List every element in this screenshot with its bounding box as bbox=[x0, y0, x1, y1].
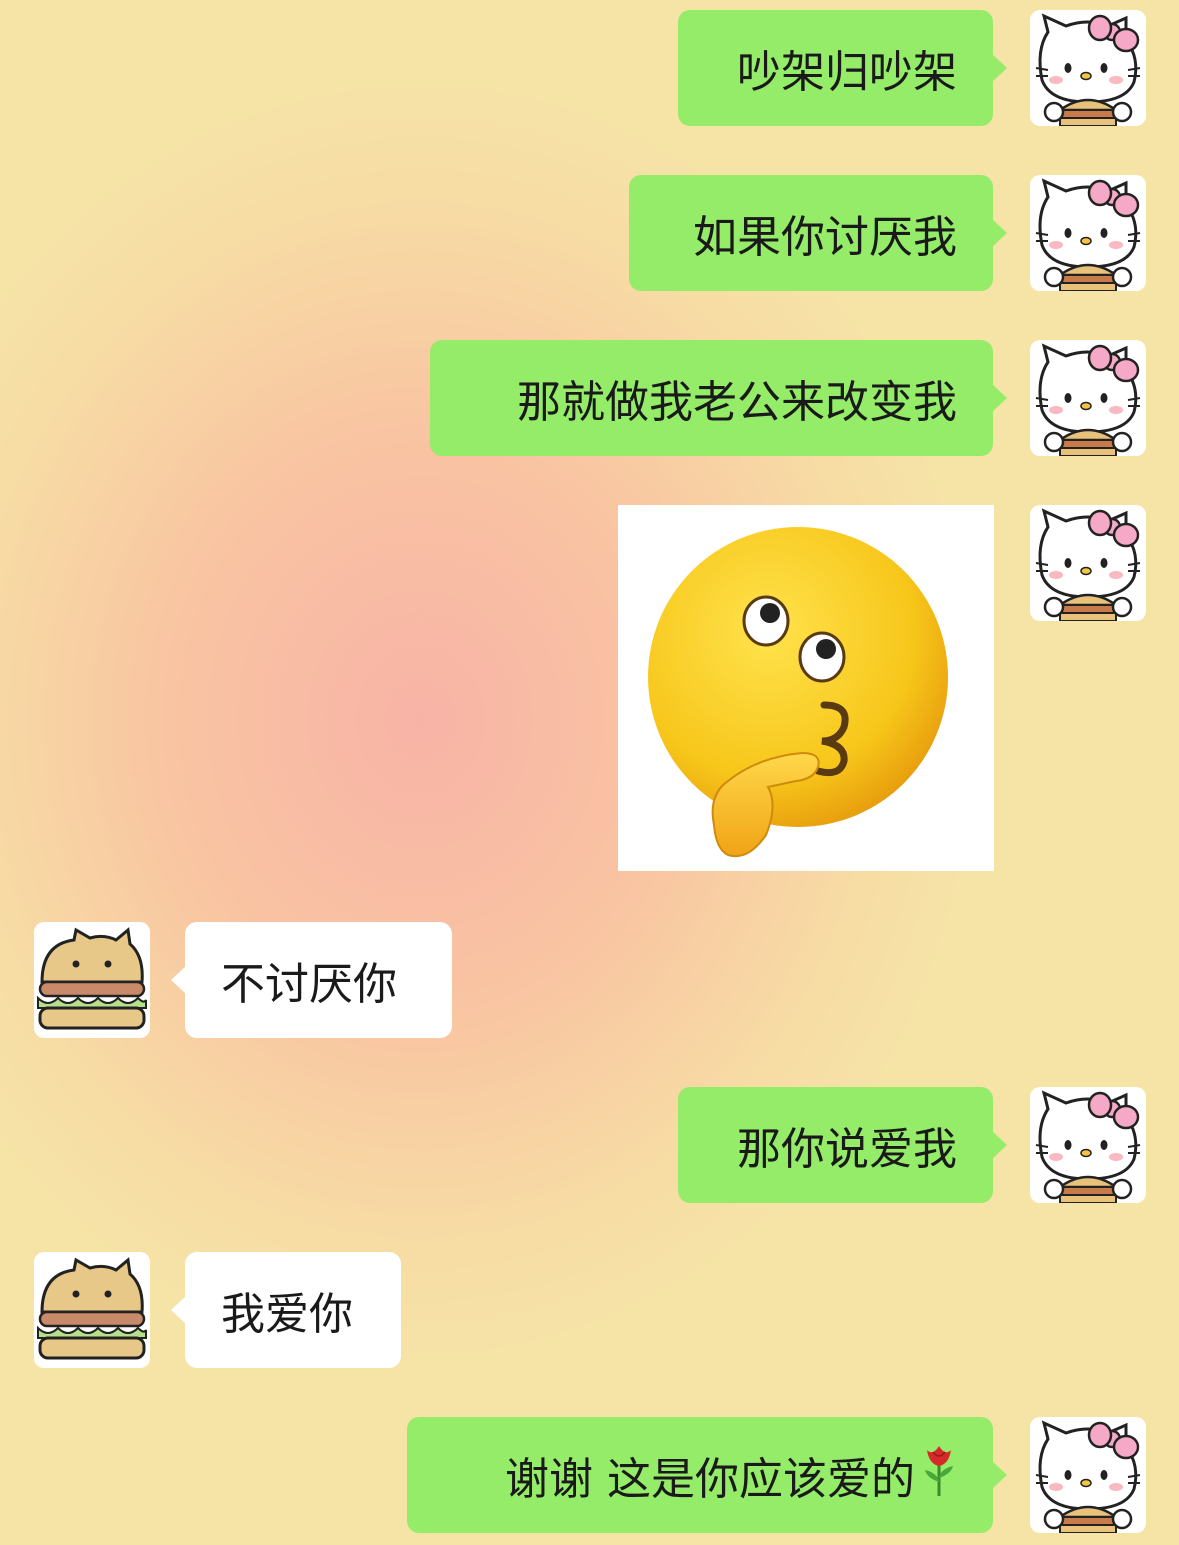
message-text: 我爱你 bbox=[221, 1289, 353, 1340]
message-text: 不讨厌你 bbox=[221, 959, 397, 1010]
hello-kitty-avatar-icon[interactable] bbox=[1030, 340, 1146, 456]
message-bubble-outgoing[interactable]: 那就做我老公来改变我 bbox=[430, 340, 1007, 456]
hello-kitty-avatar-icon[interactable] bbox=[1030, 1087, 1146, 1203]
message-bubble-outgoing[interactable]: 吵架归吵架 bbox=[678, 10, 1007, 126]
message-text: 谢谢 这是你应该爱的 bbox=[505, 1454, 915, 1505]
message-bubble-outgoing[interactable]: 那你说爱我 bbox=[678, 1087, 1007, 1203]
burger-bear-avatar-icon[interactable] bbox=[34, 1252, 150, 1368]
message-bubble-outgoing[interactable]: 谢谢 这是你应该爱的 bbox=[407, 1417, 1007, 1533]
hello-kitty-avatar-icon[interactable] bbox=[1030, 175, 1146, 291]
message-text: 那你说爱我 bbox=[737, 1124, 957, 1175]
message-text: 吵架归吵架 bbox=[737, 47, 957, 98]
message-bubble-incoming[interactable]: 不讨厌你 bbox=[171, 922, 452, 1038]
message-text: 那就做我老公来改变我 bbox=[517, 377, 957, 428]
message-bubble-incoming[interactable]: 我爱你 bbox=[171, 1252, 401, 1368]
thinking-kiss-emoji-icon bbox=[648, 527, 948, 857]
burger-bear-avatar-icon[interactable] bbox=[34, 922, 150, 1038]
rose-emoji-icon bbox=[921, 1442, 957, 1509]
hello-kitty-avatar-icon[interactable] bbox=[1030, 1417, 1146, 1533]
hello-kitty-avatar-icon[interactable] bbox=[1030, 505, 1146, 621]
message-text: 如果你讨厌我 bbox=[693, 212, 957, 263]
message-bubble-outgoing[interactable]: 如果你讨厌我 bbox=[629, 175, 1007, 291]
hello-kitty-avatar-icon[interactable] bbox=[1030, 10, 1146, 126]
sticker-message[interactable] bbox=[618, 505, 994, 871]
